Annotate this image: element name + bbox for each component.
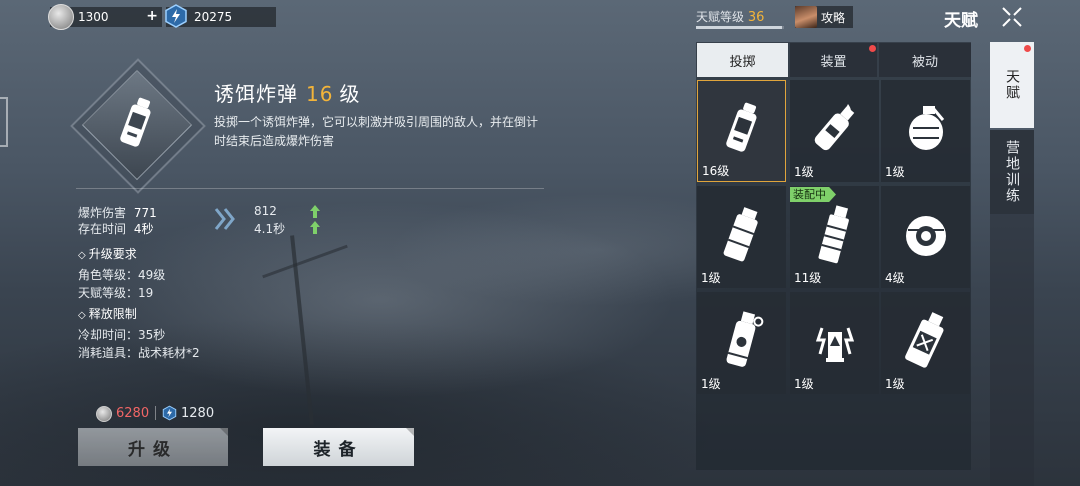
tab-device[interactable]: 装置 [790,43,877,77]
energy-bolt-icon [165,4,187,28]
side-tab-camp-training[interactable]: 营地训练 [990,130,1034,214]
talent-level-requirement: 天赋等级：19 [78,286,154,300]
add-currency-icon[interactable]: + [146,8,158,24]
smoke-grenade-icon [818,205,849,264]
skill-slot[interactable]: 1级 [697,186,786,288]
slot-level: 16级 [702,164,730,178]
guide-button[interactable]: 攻略 [795,6,853,28]
slot-level: 1级 [794,377,814,391]
chemical-grenade-icon [905,312,944,368]
slot-level: 1级 [885,165,905,179]
duration-stat: 存在时间 4秒 [78,220,153,237]
skill-slot[interactable]: 1级 [790,80,879,182]
slot-level: 1级 [885,377,905,391]
stun-grenade-icon [726,311,764,367]
skill-slot[interactable]: 16级 [697,80,786,182]
equipped-tag: 装配中 [790,187,836,202]
decoy-bomb-icon [726,102,757,152]
damage-next-value: 812 [254,204,277,218]
decoy-bomb-icon [120,97,151,147]
notification-dot [869,45,876,52]
shock-trap-icon [815,327,855,362]
increase-arrow-icon [310,205,320,218]
double-chevron-right-icon [214,208,235,230]
page-title: 天赋 [944,11,978,31]
upgrade-cost-silver: 6280 [116,406,150,421]
silver-coin-icon [96,406,112,422]
slot-level: 1级 [701,271,721,285]
upgrade-button[interactable]: 升级 [78,428,228,466]
canister-grenade-icon [723,207,758,262]
side-tab-talent[interactable]: 天赋 [990,42,1034,128]
talent-level-label: 天赋等级 [696,10,745,24]
cost-separator [155,406,156,420]
close-icon[interactable] [1000,5,1024,29]
collapse-handle[interactable] [0,97,8,147]
cooldown-text: 冷却时间：35秒 [78,328,166,342]
increase-arrow-icon [310,221,320,234]
skill-slot[interactable]: 4级 [881,186,970,288]
tab-throw[interactable]: 投掷 [697,43,788,77]
skill-slot[interactable]: 1级 [881,292,970,394]
skill-level-suffix: 级 [339,82,361,106]
talent-progress-bar [696,26,784,29]
consumable-text: 消耗道具：战术耗材*2 [78,346,200,360]
skill-slot[interactable]: 1级 [790,292,879,394]
silver-currency: 1300 + [48,4,162,30]
slot-level: 1级 [701,377,721,391]
skill-slot[interactable]: 1级 [697,292,786,394]
notification-dot [1024,45,1031,52]
silver-coin-icon [48,4,74,30]
duration-next-value: 4.1秒 [254,222,286,236]
upgrade-requirements-header: 升级要求 [78,245,137,262]
slot-level: 11级 [794,271,822,285]
talent-progress-fill [696,26,783,29]
skill-name: 诱饵炸弹 16 级 [214,78,360,107]
upgrade-cost-energy: 1280 [181,406,215,421]
silver-amount: 1300 [78,10,109,24]
avatar [795,6,817,28]
equip-button[interactable]: 装备 [263,428,414,466]
guide-label: 攻略 [821,10,846,25]
energy-bolt-icon [162,405,177,421]
skill-emblem [70,58,206,194]
damage-value: 771 [133,206,157,220]
slot-level: 4级 [885,271,905,285]
skill-description: 投掷一个诱饵炸弹，它可以刺激并吸引周围的敌人，并在倒计时结束后造成爆炸伤害 [214,115,539,148]
divider [76,188,544,189]
tab-passive[interactable]: 被动 [879,43,971,77]
slot-level: 1级 [794,165,814,179]
role-level-requirement: 角色等级：49级 [78,268,166,282]
skill-level: 16 [306,82,334,106]
duration-label: 存在时间 [78,222,127,236]
talent-level: 天赋等级 36 [696,8,764,25]
energy-currency: 20275 [165,4,276,28]
side-tab-column [990,214,1034,486]
skill-slot[interactable]: 1级 [881,80,970,182]
duration-value: 4秒 [133,222,154,236]
release-limits-header: 释放限制 [78,305,137,322]
proximity-mine-icon [906,216,946,256]
molotov-icon [814,104,855,151]
skill-name-text: 诱饵炸弹 [214,82,298,106]
energy-amount: 20275 [194,10,233,24]
damage-label: 爆炸伤害 [78,206,127,220]
frag-grenade-icon [909,106,945,150]
talent-level-value: 36 [747,10,765,25]
damage-stat: 爆炸伤害 771 [78,204,157,221]
